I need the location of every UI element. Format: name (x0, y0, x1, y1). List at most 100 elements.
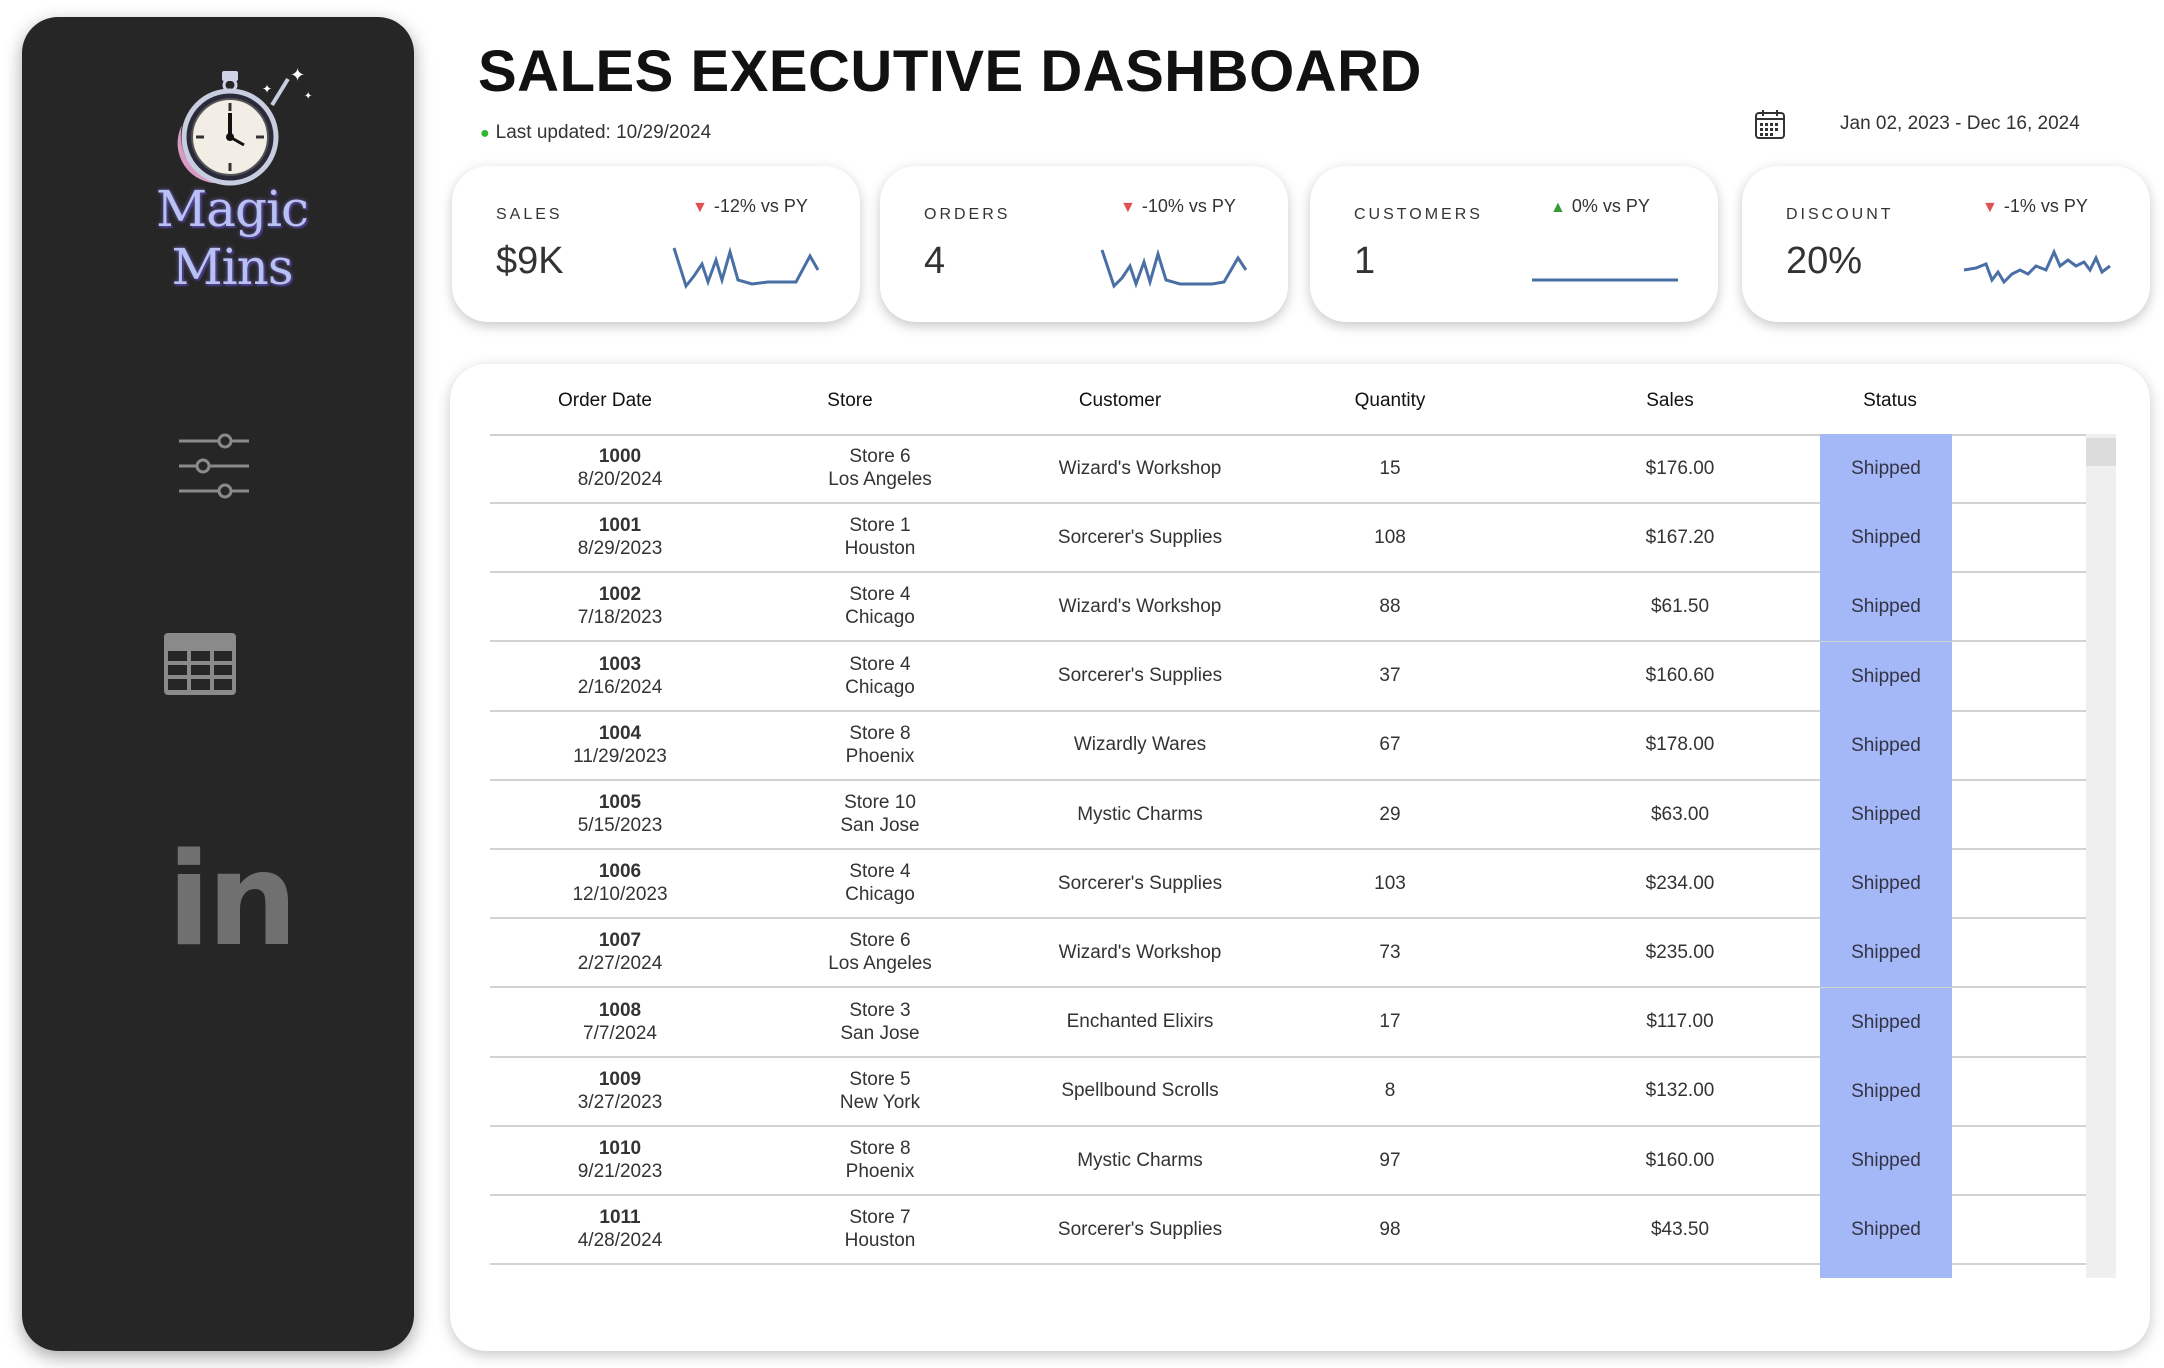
customer-cell: Sorcerer's Supplies (1057, 1218, 1223, 1240)
status-cell: Shipped (1820, 434, 1952, 503)
table-row[interactable]: 1001 8/29/2023 Store 1 Houston Sorcerer's Su… (490, 503, 2086, 574)
sales-cell: $132.00 (1645, 1080, 1715, 1102)
order-date-cell: 1008 7/7/2024 (490, 988, 750, 1056)
order-date: 7/18/2023 (577, 607, 663, 629)
store-city: Los Angeles (828, 953, 932, 975)
table-scrollbar[interactable] (2086, 434, 2116, 1278)
quantity-cell: 67 (1379, 734, 1401, 756)
column-header-customer[interactable]: Customer (1040, 390, 1200, 412)
table-row[interactable]: 1003 2/16/2024 Store 4 Chicago Sorcerer's Su… (490, 641, 2086, 712)
kpi-label: SALES (496, 206, 563, 223)
order-id: 1011 (599, 1207, 641, 1229)
scrollbar-thumb[interactable] (2086, 438, 2116, 466)
store-cell: Store 4 Chicago (760, 572, 1000, 640)
quantity-cell: 73 (1379, 941, 1401, 963)
kpi-delta-text: -12% vs PY (713, 196, 808, 216)
svg-text:✦: ✦ (262, 82, 272, 96)
order-id: 1001 (598, 515, 642, 537)
store-name: Store 4 (849, 653, 911, 675)
kpi-card-discount: DISCOUNT 20% ▼ -1% vs PY (1742, 166, 2150, 322)
status-cell: Shipped (1820, 1195, 1952, 1265)
store-name: Store 8 (849, 722, 911, 744)
column-header-quantity[interactable]: Quantity (1310, 390, 1470, 412)
quantity-cell: 17 (1379, 1011, 1401, 1033)
last-updated: ● Last updated: 10/29/2024 (480, 122, 711, 144)
table-row[interactable]: 1010 9/21/2023 Store 8 Phoenix Mystic Charms… (490, 1126, 2086, 1196)
quantity-cell: 103 (1374, 872, 1406, 894)
store-cell: Store 4 Chicago (760, 849, 1000, 917)
customers-sparkline (1532, 278, 1678, 282)
table-row[interactable]: 1005 5/15/2023 Store 10 San Jose Mystic Char… (490, 780, 2086, 850)
store-city: Chicago (845, 607, 915, 629)
store-name: Store 6 (849, 446, 911, 467)
store-name: Store 10 (844, 792, 916, 813)
status-cell: Shipped (1820, 849, 1952, 919)
calendar-icon[interactable] (1754, 108, 1786, 140)
order-date-cell: 1007 2/27/2024 (490, 918, 750, 986)
table-icon[interactable] (162, 631, 238, 697)
order-date-cell: 1003 2/16/2024 (490, 642, 750, 710)
store-city: New York (839, 1091, 921, 1113)
store-cell: Store 3 San Jose (760, 988, 1000, 1056)
table-row[interactable]: 1006 12/10/2023 Store 4 Chicago Sorcerer's S… (490, 849, 2086, 920)
order-date-cell: 1000 8/20/2024 (490, 434, 750, 502)
customer-cell: Sorcerer's Supplies (1057, 872, 1223, 894)
linkedin-icon[interactable]: in (167, 837, 298, 965)
status-cell: Shipped (1820, 1126, 1952, 1195)
order-id: 1009 (598, 1068, 642, 1090)
quantity-cell: 15 (1379, 457, 1401, 479)
sales-cell (1590, 1264, 1770, 1278)
order-id: 1010 (598, 1138, 642, 1159)
table-row[interactable]: 1008 7/7/2024 Store 3 San Jose Enchanted Eli… (490, 987, 2086, 1058)
svg-text:✦: ✦ (290, 65, 305, 85)
magic-mins-logo[interactable]: ✦ ✦ ✦ Magic Mins (112, 65, 352, 296)
table-row[interactable]: 1011 4/28/2024 Store 7 Houston Sorcerer's Su… (490, 1195, 2086, 1266)
store-city: Houston (844, 538, 916, 560)
table-row[interactable]: 1004 11/29/2023 Store 8 Phoenix Wizardly War… (490, 710, 2086, 781)
triangle-up-icon: ▲ (1550, 199, 1566, 216)
store-name: Store 4 (849, 584, 911, 606)
column-header-sales[interactable]: Sales (1600, 390, 1740, 412)
store-name: Store 6 (849, 930, 911, 952)
store-cell: Store 1 Houston (760, 503, 1000, 571)
table-row[interactable]: 1002 7/18/2023 Store 4 Chicago Wizard's Work… (490, 572, 2086, 643)
kpi-delta: ▼ -10% vs PY (1120, 196, 1236, 217)
store-name: Store 8 (849, 1138, 911, 1159)
customer-cell: Spellbound Scrolls (1061, 1080, 1219, 1102)
table-row[interactable]: 1007 2/27/2024 Store 6 Los Angeles Wizard's … (490, 918, 2086, 989)
column-header-order-date[interactable]: Order Date (490, 390, 720, 412)
kpi-value: 20% (1786, 240, 1863, 282)
table-row[interactable]: 1000 8/20/2024 Store 6 Los Angeles Wizard's … (490, 434, 2086, 504)
quantity-cell: 29 (1379, 803, 1401, 825)
quantity-cell: 108 (1374, 526, 1406, 548)
date-range-picker[interactable]: Jan 02, 2023 - Dec 16, 2024 (1840, 113, 2080, 135)
status-cell: Shipped (1820, 780, 1952, 849)
status-cell: Shipped (1820, 503, 1952, 573)
customer-cell: Mystic Charms (1077, 1149, 1203, 1171)
sales-cell: $176.00 (1645, 457, 1715, 479)
store-cell: Store 8 Phoenix (760, 711, 1000, 779)
kpi-delta: ▼ -1% vs PY (1982, 196, 2088, 217)
table-row[interactable]: 1012 Store 3 Shipped (490, 1264, 2086, 1278)
column-header-store[interactable]: Store (790, 390, 910, 412)
order-id: 1000 (598, 446, 642, 467)
sliders-icon[interactable] (177, 427, 251, 501)
order-date: 11/29/2023 (573, 745, 667, 767)
discount-sparkline (1963, 248, 2111, 285)
customer-cell: Sorcerer's Supplies (1057, 665, 1223, 687)
table-row[interactable]: 1009 3/27/2023 Store 5 New York Spellbound S… (490, 1056, 2086, 1127)
triangle-down-icon: ▼ (1982, 199, 1998, 216)
status-cell: Shipped (1820, 918, 1952, 988)
quantity-cell: 8 (1384, 1080, 1396, 1102)
orders-table-card: Order Date Store Customer Quantity Sales… (450, 364, 2150, 1351)
sales-cell: $63.00 (1650, 803, 1710, 825)
sidebar: ✦ ✦ ✦ Magic Mins in (22, 17, 414, 1351)
column-header-status[interactable]: Status (1830, 390, 1950, 412)
store-city: San Jose (840, 815, 920, 836)
kpi-card-customers: CUSTOMERS 1 ▲ 0% vs PY (1310, 166, 1718, 322)
orders-sparkline (1100, 248, 1248, 289)
quantity-cell: 98 (1379, 1218, 1401, 1240)
order-date: 3/27/2023 (577, 1091, 663, 1113)
order-date: 8/20/2024 (577, 469, 663, 490)
kpi-delta: ▲ 0% vs PY (1550, 196, 1650, 217)
